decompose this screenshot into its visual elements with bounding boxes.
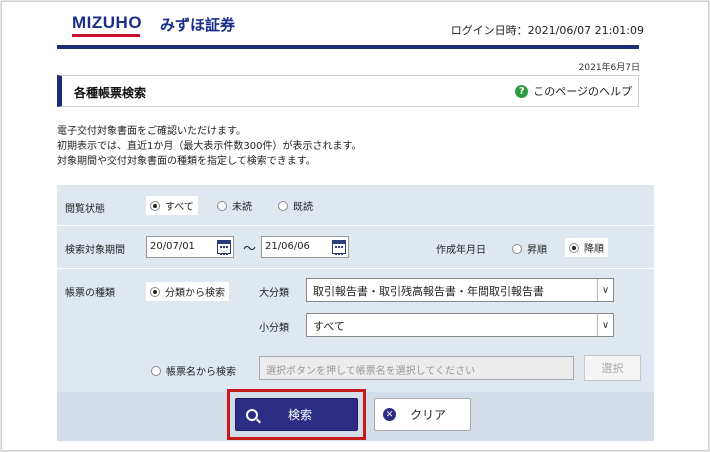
doc-type-label: 帳票の種類 (65, 288, 115, 299)
title-bar: 各種帳票検索 ? このページのヘルプ (57, 75, 639, 107)
radio-icon (217, 200, 227, 211)
close-icon: ✕ (383, 408, 396, 421)
minor-category-label: 小分類 (259, 323, 289, 334)
chevron-down-icon: ∨ (597, 314, 613, 336)
row-divider (57, 268, 654, 269)
search-form: 閲覧状態 すべて 未読 既読 検索対象期間 20/07/01 〜 21/06/0… (57, 185, 654, 441)
minor-category-select[interactable]: すべて ∨ (306, 313, 614, 337)
period-to-input[interactable]: 21/06/06 (261, 236, 349, 258)
row-divider (57, 225, 654, 226)
period-from-input[interactable]: 20/07/01 (146, 236, 234, 258)
company-name: みずほ証券 (160, 16, 236, 34)
radio-icon (512, 243, 522, 254)
doc-name-input[interactable]: 選択ボタンを押して帳票名を選択してください (259, 356, 574, 380)
page-title: 各種帳票検索 (74, 86, 147, 100)
radio-icon (278, 200, 288, 211)
radio-checked-icon (569, 242, 579, 253)
choose-button[interactable]: 選択 (584, 355, 641, 381)
read-status-read-radio[interactable]: 既読 (278, 198, 313, 213)
period-separator: 〜 (243, 242, 257, 257)
search-button-label: 検索 (288, 408, 313, 422)
sort-desc-radio[interactable]: 降順 (565, 238, 608, 257)
description-line: 初期表示では、直近1か月（最大表示件数300件）が表示されます。 (57, 141, 362, 152)
radio-icon (151, 365, 161, 376)
by-category-radio[interactable]: 分類から検索 (146, 282, 229, 301)
period-label: 検索対象期間 (65, 245, 125, 256)
major-category-label: 大分類 (259, 288, 289, 299)
calendar-icon[interactable] (217, 240, 231, 255)
read-status-label: 閲覧状態 (65, 204, 105, 215)
help-icon: ? (515, 84, 529, 98)
help-label: このページのヘルプ (533, 85, 632, 98)
major-category-select[interactable]: 取引報告書・取引残高報告書・年間取引報告書 ∨ (306, 278, 614, 302)
description-line: 対象期間や交付対象書面の種類を指定して検索できます。 (57, 156, 316, 167)
calendar-icon[interactable] (332, 240, 346, 255)
description: 電子交付対象書面をご確認いただけます。 初期表示では、直近1か月（最大表示件数3… (57, 124, 361, 169)
sort-label: 作成年月日 (436, 245, 486, 256)
mizuho-logo[interactable]: MIZUHO (72, 13, 142, 37)
clear-button-label: クリア (410, 408, 447, 422)
logo-text: MIZUHO (72, 13, 143, 32)
page-frame: MIZUHO みずほ証券 ログイン日時：2021/06/07 21:01:09 … (1, 1, 709, 451)
help-link[interactable]: ? このページのヘルプ (515, 83, 632, 99)
search-icon (246, 408, 258, 421)
sort-asc-radio[interactable]: 昇順 (512, 241, 547, 256)
logo-underline (72, 34, 140, 37)
radio-checked-icon (150, 200, 160, 211)
read-status-all-radio[interactable]: すべて (146, 196, 198, 215)
login-time: ログイン日時：2021/06/07 21:01:09 (450, 24, 644, 37)
chevron-down-icon: ∨ (597, 279, 613, 301)
radio-checked-icon (150, 286, 160, 297)
read-status-unread-radio[interactable]: 未読 (217, 198, 252, 213)
search-button[interactable]: 検索 (235, 398, 358, 431)
clear-button[interactable]: ✕ クリア (374, 398, 471, 431)
by-name-radio[interactable]: 帳票名から検索 (151, 363, 236, 378)
header-divider (57, 45, 639, 49)
description-line: 電子交付対象書面をご確認いただけます。 (57, 126, 246, 137)
page-date: 2021年6月7日 (578, 63, 640, 73)
